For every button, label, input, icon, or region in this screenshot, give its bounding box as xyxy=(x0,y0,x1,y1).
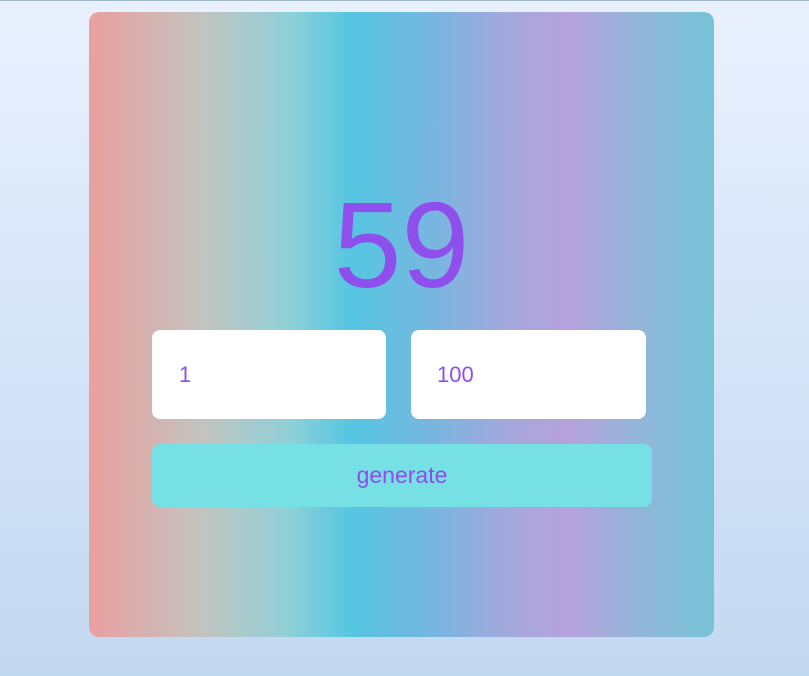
random-number-display: 59 xyxy=(333,177,470,313)
generate-button[interactable]: generate xyxy=(152,444,652,507)
generator-card: 59 generate xyxy=(89,12,714,637)
max-input[interactable] xyxy=(411,330,646,419)
min-input[interactable] xyxy=(152,330,386,419)
